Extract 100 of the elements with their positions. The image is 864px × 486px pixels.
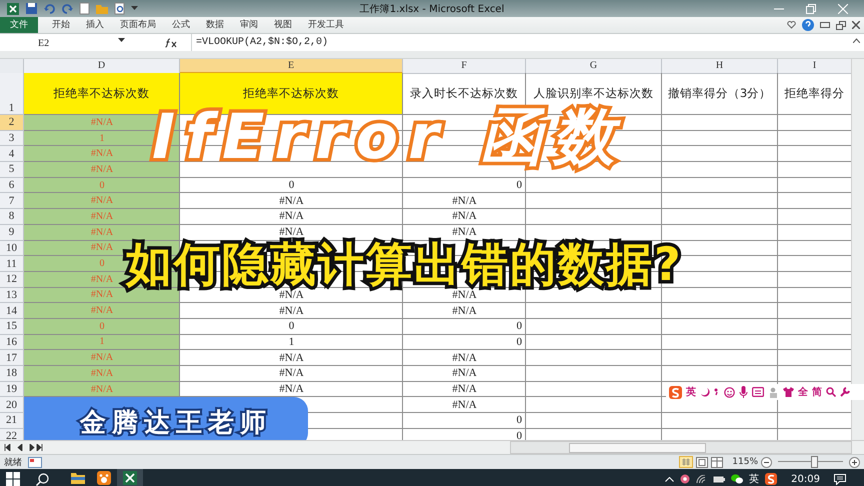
input-mode[interactable]: 英: [686, 385, 696, 399]
expand-icon[interactable]: [853, 38, 860, 43]
flower-icon[interactable]: [680, 474, 690, 484]
clock[interactable]: 20:09: [791, 474, 820, 484]
row-header[interactable]: 11: [0, 256, 24, 272]
logo-icon[interactable]: [765, 473, 778, 485]
page-break-view-icon[interactable]: [711, 456, 724, 468]
row-header[interactable]: 14: [0, 303, 24, 319]
row-header[interactable]: 15: [0, 318, 24, 335]
ribbon-tab[interactable]: 开发工具: [300, 17, 352, 33]
battery-icon[interactable]: [713, 476, 726, 482]
table-cell: 1: [100, 336, 104, 348]
row-header[interactable]: 8: [0, 209, 24, 225]
undo-icon[interactable]: [43, 2, 56, 15]
row-header[interactable]: 10: [0, 240, 24, 256]
row-header[interactable]: 16: [0, 334, 24, 350]
wrench-icon[interactable]: [840, 387, 850, 397]
row-header[interactable]: 19: [0, 382, 24, 398]
column-header[interactable]: F: [403, 59, 526, 74]
row-header[interactable]: 13: [0, 288, 24, 304]
table-cell: 0: [288, 320, 294, 332]
formula-field[interactable]: =VLOOKUP(A2,$N:$O,2,0): [191, 34, 853, 51]
table-cell: 0: [516, 179, 522, 192]
row-header[interactable]: 12: [0, 272, 24, 288]
notification-icon[interactable]: [834, 474, 846, 484]
redo-icon[interactable]: [61, 2, 74, 15]
ribbon-tab[interactable]: 公式: [164, 17, 198, 33]
taskbar-app[interactable]: [117, 469, 143, 486]
chat-icon[interactable]: [731, 474, 744, 484]
column-header[interactable]: I: [778, 59, 852, 74]
moon-icon[interactable]: [700, 387, 710, 397]
row-header[interactable]: 1: [0, 73, 24, 115]
macro-record-icon[interactable]: [28, 456, 42, 468]
zoom-level[interactable]: 115%: [732, 457, 758, 467]
horizontal-scrollbar[interactable]: [510, 441, 852, 454]
wifi-icon[interactable]: [696, 474, 708, 484]
row-header[interactable]: 21: [0, 413, 24, 429]
row-header[interactable]: 7: [0, 193, 24, 210]
row-header[interactable]: 3: [0, 130, 24, 146]
close-icon[interactable]: [852, 21, 860, 29]
zoom-in-icon[interactable]: [849, 456, 860, 468]
normal-view-icon[interactable]: [679, 456, 694, 468]
table-cell: #N/A: [90, 210, 114, 222]
table-cell: 0: [516, 430, 522, 440]
table-cell: #N/A: [90, 148, 114, 160]
input-language[interactable]: 英: [749, 472, 760, 486]
windows-start-icon[interactable]: [6, 472, 20, 486]
restore-icon[interactable]: [836, 20, 846, 30]
spreadsheet-icon[interactable]: [6, 2, 20, 16]
column-header[interactable]: D: [24, 59, 180, 74]
smiley-icon[interactable]: [724, 386, 735, 398]
paw-icon: [97, 471, 111, 485]
shirt-icon[interactable]: [783, 387, 794, 397]
zoom-out-icon[interactable]: [761, 456, 772, 468]
maximize-icon[interactable]: [806, 4, 816, 14]
row-header[interactable]: 20: [0, 397, 24, 414]
row-header[interactable]: 4: [0, 146, 24, 162]
table-cell: #N/A: [279, 383, 304, 396]
ribbon-tab[interactable]: 插入: [78, 17, 112, 33]
slider-thumb[interactable]: [810, 456, 818, 468]
table-cell: #N/A: [90, 242, 114, 254]
row-header[interactable]: 18: [0, 366, 24, 382]
keyboard-icon[interactable]: [752, 387, 764, 397]
column-header[interactable]: G: [526, 59, 662, 74]
column-header[interactable]: E: [180, 59, 403, 74]
heart-icon[interactable]: [787, 21, 796, 29]
ribbon-tab[interactable]: 视图: [266, 17, 300, 33]
help-icon[interactable]: [802, 19, 814, 31]
ribbon-tab[interactable]: 数据: [198, 17, 232, 33]
row-header[interactable]: 5: [0, 162, 24, 178]
document-icon[interactable]: [79, 2, 90, 15]
print-preview-icon[interactable]: [114, 2, 126, 15]
script-mode[interactable]: 简: [812, 385, 822, 399]
ribbon-tab[interactable]: 审阅: [232, 17, 266, 33]
caret-icon[interactable]: [665, 476, 674, 482]
table-cell: 0: [516, 320, 522, 332]
table-cell: #N/A: [452, 398, 477, 411]
ribbon-tab[interactable]: 页面布局: [112, 17, 164, 33]
name-box[interactable]: E2: [0, 38, 116, 49]
column-header[interactable]: H: [662, 59, 778, 74]
table-cell: 1: [288, 336, 294, 348]
microphone-icon[interactable]: [739, 386, 748, 398]
ribbon-tab[interactable]: 开始: [44, 17, 78, 33]
row-header[interactable]: 9: [0, 224, 24, 240]
minimize-icon[interactable]: [820, 22, 830, 28]
row-header[interactable]: 22: [0, 428, 24, 440]
row-header[interactable]: 6: [0, 178, 24, 194]
sheet-navigation-icon[interactable]: [4, 444, 44, 451]
save-icon[interactable]: [25, 2, 38, 15]
table-cell: #N/A: [90, 305, 114, 316]
fx-icon[interactable]: [165, 38, 177, 48]
width-mode[interactable]: 全: [798, 385, 808, 399]
page-layout-view-icon[interactable]: [696, 456, 708, 468]
row-header[interactable]: 2: [0, 115, 24, 131]
row-header[interactable]: 17: [0, 350, 24, 366]
vertical-scrollbar[interactable]: [851, 59, 864, 440]
punctuation-icon[interactable]: [714, 387, 720, 397]
search-icon[interactable]: [36, 472, 49, 486]
file-tab[interactable]: 文件: [0, 17, 38, 33]
dropdown-icon[interactable]: [118, 38, 125, 42]
